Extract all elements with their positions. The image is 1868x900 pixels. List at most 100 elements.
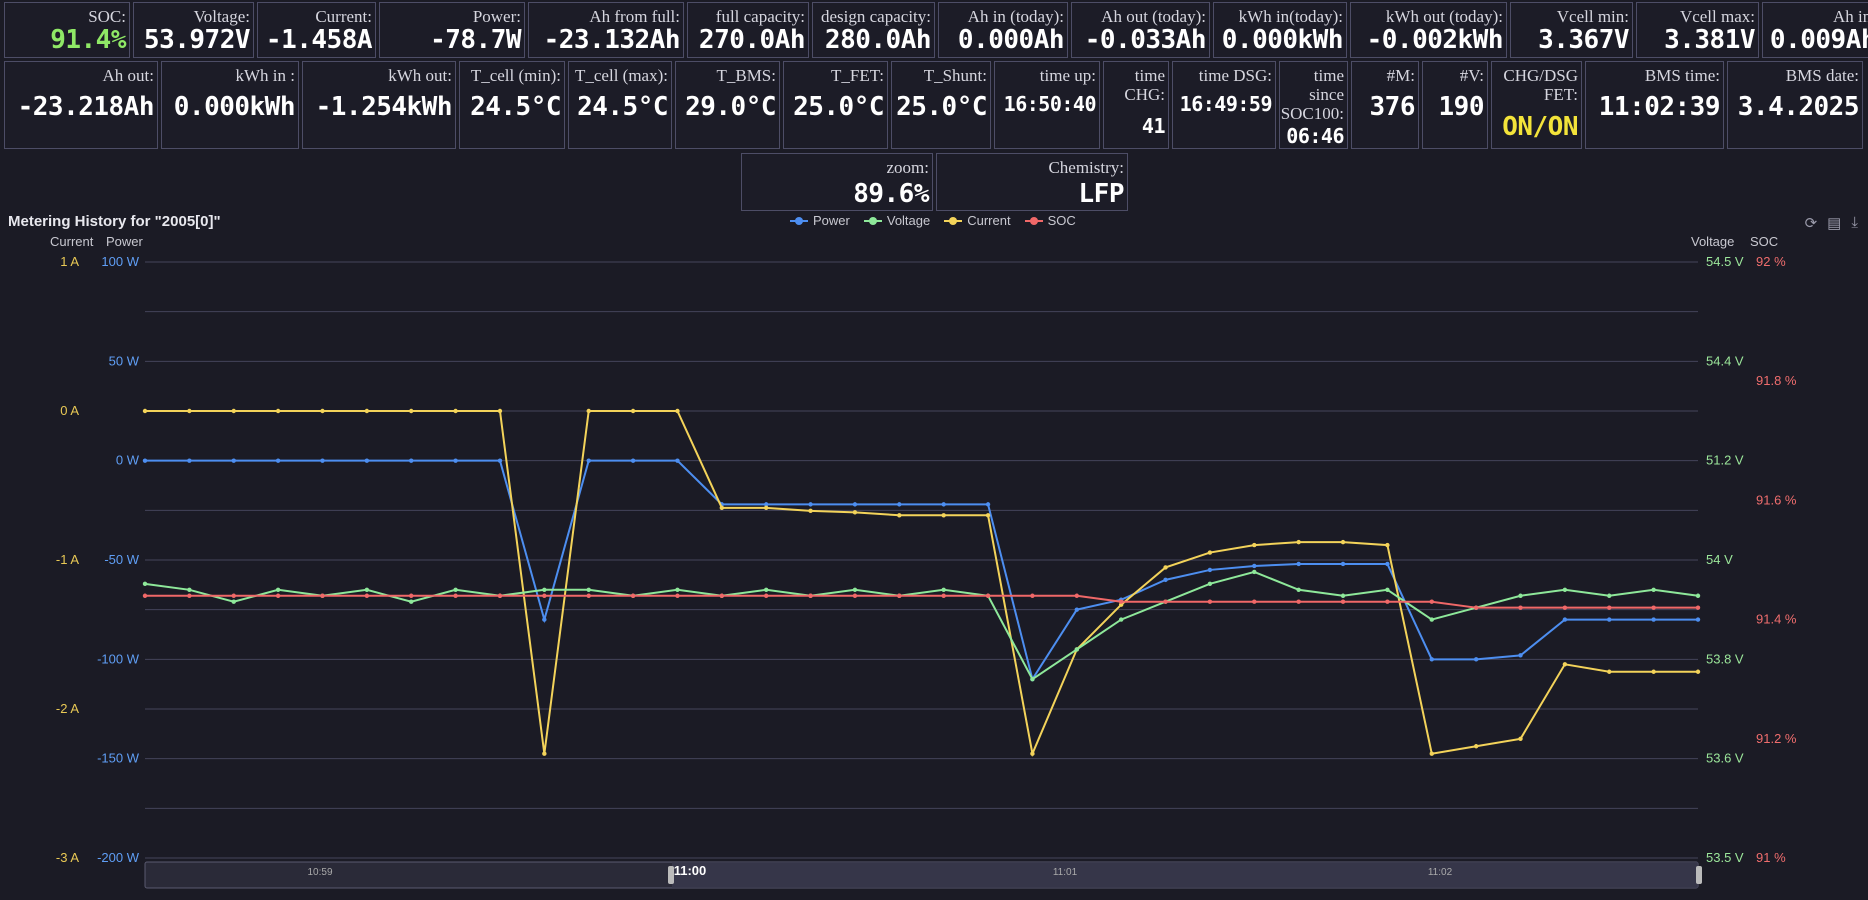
data-point-voltage: [1252, 569, 1257, 575]
axis-tick-label: -50 W: [104, 552, 139, 567]
data-point-current: [187, 408, 192, 414]
data-point-voltage: [187, 587, 192, 592]
data-point-power: [1252, 563, 1257, 569]
data-point-current: [586, 408, 591, 414]
data-point-current: [1518, 736, 1523, 741]
data-point-current: [897, 513, 902, 518]
data-point-soc: [764, 593, 769, 598]
axis-tick-label: 91 %: [1756, 850, 1786, 865]
data-point-voltage: [364, 587, 370, 592]
axis-tick-label: 53.8 V: [1706, 651, 1744, 666]
axis-tick-label: 50 W: [109, 353, 140, 368]
data-point-soc: [1562, 605, 1568, 610]
data-point-voltage: [1207, 581, 1213, 587]
series-line-current: [145, 410, 1698, 758]
series-line-soc: [145, 594, 1698, 609]
metering-chart[interactable]: 1 A 0 A -1 A -2 A -3 A 100 W 50 W 0 W -50 W -100 …: [0, 0, 1868, 900]
data-point-current: [231, 408, 236, 414]
data-point-current: [985, 513, 991, 518]
data-point-current: [1340, 539, 1346, 545]
data-point-soc: [497, 593, 503, 598]
zoom-slider-label: 11:02: [1428, 867, 1453, 878]
data-point-soc: [852, 593, 858, 598]
data-point-voltage: [542, 587, 547, 592]
data-point-current: [630, 408, 636, 414]
zoom-slider-label: 10:59: [307, 867, 332, 878]
data-point-power: [1695, 617, 1701, 622]
data-point-soc: [1340, 599, 1346, 604]
zoom-slider-window[interactable]: [672, 862, 1698, 888]
data-point-voltage: [1340, 593, 1346, 598]
data-point-power: [1340, 561, 1346, 567]
axis-tick-label: 1 A: [60, 254, 79, 269]
data-point-soc: [675, 593, 680, 598]
data-point-current: [808, 508, 813, 514]
series-line-power: [145, 459, 1698, 682]
data-point-soc: [1030, 593, 1035, 598]
data-point-soc: [542, 593, 547, 598]
data-point-voltage: [275, 587, 281, 592]
data-point-power: [497, 458, 503, 463]
data-point-power: [187, 458, 192, 463]
data-point-power: [1207, 567, 1213, 573]
axis-tick-label: -3 A: [56, 850, 79, 865]
axis-tick-label: 54.5 V: [1706, 254, 1744, 269]
data-point-soc: [409, 593, 414, 598]
data-point-voltage: [852, 587, 858, 592]
data-point-soc: [364, 593, 370, 598]
data-point-soc: [275, 593, 281, 598]
axis-tick-label: 91.8 %: [1756, 373, 1797, 388]
data-point-soc: [1518, 605, 1523, 610]
data-point-current: [764, 505, 769, 511]
data-point-soc: [1207, 599, 1213, 604]
data-point-power: [897, 502, 902, 507]
data-point-voltage: [675, 587, 680, 592]
series-line-voltage: [144, 570, 1699, 681]
data-point-soc: [941, 593, 946, 598]
data-point-soc: [142, 593, 148, 598]
axis-tick-label: -200 W: [97, 850, 140, 865]
data-point-soc: [1296, 599, 1301, 604]
axis-tick-label: 54.4 V: [1706, 353, 1744, 368]
zoom-slider-label: 11:00: [674, 863, 707, 878]
data-point-power: [1651, 617, 1656, 622]
data-point-current: [320, 408, 325, 414]
axis-tick-label: 51.2 V: [1706, 453, 1744, 468]
data-point-voltage: [1695, 593, 1701, 598]
data-point-soc: [586, 593, 591, 598]
axis-tick-label: 91.4 %: [1756, 612, 1797, 627]
data-point-current: [852, 510, 858, 515]
data-point-voltage: [409, 599, 414, 604]
data-point-voltage: [1118, 617, 1124, 622]
data-point-power: [1163, 577, 1168, 583]
data-point-voltage: [1385, 587, 1390, 592]
axis-tick-label: 100 W: [101, 254, 139, 269]
data-point-voltage: [941, 587, 946, 592]
data-point-current: [453, 408, 458, 414]
axis-tick-label: 0 A: [60, 403, 79, 418]
data-point-power: [1473, 657, 1479, 662]
axis-tick-label: -2 A: [56, 701, 79, 716]
data-point-soc: [630, 593, 636, 598]
data-point-power: [1518, 653, 1523, 658]
data-point-current: [1030, 751, 1035, 756]
data-point-power: [1074, 607, 1080, 612]
zoom-slider-handle-right[interactable]: [1696, 866, 1702, 884]
data-point-soc: [985, 593, 991, 598]
data-point-voltage: [453, 587, 458, 592]
data-point-current: [142, 408, 148, 414]
data-point-voltage: [1074, 647, 1080, 652]
data-point-voltage: [1562, 587, 1568, 592]
data-point-soc: [1607, 605, 1612, 610]
zoom-slider-label: 11:01: [1053, 867, 1078, 878]
axis-tick-label: -100 W: [97, 651, 140, 666]
data-point-current: [1695, 669, 1701, 674]
data-point-power: [1607, 617, 1612, 622]
data-point-power: [409, 458, 414, 463]
data-point-voltage: [1296, 587, 1301, 592]
data-point-soc: [1252, 599, 1257, 604]
data-point-current: [941, 513, 946, 518]
axis-tick-label: 54 V: [1706, 552, 1733, 567]
data-point-current: [719, 505, 725, 511]
data-point-power: [320, 458, 325, 463]
